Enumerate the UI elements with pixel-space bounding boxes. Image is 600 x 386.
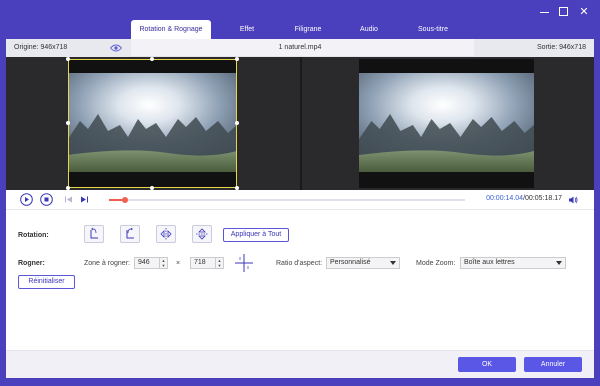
tab-audio[interactable]: Audio	[333, 20, 405, 39]
dialog-footer: OK Annuler	[6, 350, 594, 378]
crop-height-input[interactable]: 718 ▲ ▼	[190, 257, 224, 269]
progress-knob[interactable]	[122, 197, 129, 203]
crop-selection-box[interactable]	[66, 57, 239, 190]
chevron-down-icon	[390, 261, 396, 265]
aspect-ratio-value: Personnalisé	[330, 259, 371, 266]
maximize-icon[interactable]	[559, 7, 568, 16]
zoom-mode-value: Boîte aux lettres	[464, 259, 515, 266]
tab-effect[interactable]: Effet	[211, 20, 283, 39]
center-crop-icon[interactable]	[234, 253, 254, 273]
rotate-right-button[interactable]	[120, 225, 140, 243]
play-icon[interactable]	[20, 193, 33, 206]
rotate-left-button[interactable]	[84, 225, 104, 243]
flip-horizontal-button[interactable]	[156, 225, 176, 243]
aspect-ratio-label: Ratio d'aspect:	[276, 260, 323, 267]
flip-vertical-button[interactable]	[192, 225, 212, 243]
video-preview-area	[6, 57, 594, 190]
crop-handle[interactable]	[66, 57, 70, 61]
tab-subtitle[interactable]: Sous-titre	[405, 20, 461, 39]
aspect-ratio-select[interactable]: Personnalisé	[326, 257, 400, 269]
video-editor-window: ✕ Rotation & Rognage Effet Filigrane Aud…	[0, 0, 600, 386]
progress-slider[interactable]	[109, 197, 465, 203]
minimize-icon[interactable]	[540, 6, 549, 13]
editor-panel: 1 naturel.mp4 Origine: 946x718 Sortie: 9…	[6, 39, 594, 378]
rotation-label: Rotation:	[18, 232, 49, 239]
tab-watermark[interactable]: Filigrane	[283, 20, 333, 39]
crop-handle[interactable]	[235, 121, 239, 125]
crop-handle[interactable]	[150, 57, 154, 61]
tab-rotation-crop[interactable]: Rotation & Rognage	[131, 20, 211, 39]
crop-width-input[interactable]: 946 ▲ ▼	[134, 257, 168, 269]
current-time: 00:00:14.04	[486, 195, 524, 202]
rotate-left-icon	[90, 227, 98, 239]
close-icon[interactable]: ✕	[578, 6, 590, 18]
previous-frame-icon[interactable]	[62, 193, 75, 206]
time-display: 00:00:14.04/00:05:18.17	[486, 195, 562, 202]
flip-horizontal-icon	[160, 228, 172, 240]
flip-vertical-icon	[196, 228, 208, 240]
crop-width-value: 946	[138, 259, 150, 266]
crop-height-value: 718	[194, 259, 206, 266]
next-frame-icon[interactable]	[78, 193, 91, 206]
tab-bar: Rotation & Rognage Effet Filigrane Audio…	[131, 20, 461, 39]
volume-icon[interactable]	[568, 195, 578, 205]
origin-label: Origine: 946x718	[14, 44, 68, 51]
total-time: /00:05:18.17	[523, 195, 562, 202]
window-controls: ✕	[540, 6, 590, 18]
zoom-mode-select[interactable]: Boîte aux lettres	[460, 257, 566, 269]
ok-button[interactable]: OK	[458, 357, 516, 372]
zoom-mode-label: Mode Zoom:	[416, 260, 456, 267]
times-sign: ×	[176, 260, 181, 267]
output-preview	[302, 57, 594, 190]
playback-controls: 00:00:14.04/00:05:18.17	[6, 190, 594, 210]
crop-handle[interactable]	[66, 121, 70, 125]
crop-label: Rogner:	[18, 260, 45, 267]
chevron-down-icon	[556, 261, 562, 265]
output-resolution: Sortie: 946x718	[474, 39, 594, 57]
crop-zone-label: Zone à rogner:	[84, 260, 130, 267]
height-stepper[interactable]: ▲ ▼	[215, 258, 223, 268]
output-video-frame	[359, 59, 534, 188]
landscape-image	[359, 59, 534, 188]
rotate-right-icon	[126, 227, 134, 239]
source-preview	[6, 57, 300, 190]
crop-handle[interactable]	[235, 57, 239, 61]
stop-icon[interactable]	[40, 193, 53, 206]
cancel-button[interactable]: Annuler	[524, 357, 582, 372]
info-bar: 1 naturel.mp4 Origine: 946x718 Sortie: 9…	[6, 39, 594, 57]
eye-icon[interactable]	[110, 44, 122, 52]
width-stepper[interactable]: ▲ ▼	[159, 258, 167, 268]
apply-to-all-button[interactable]: Appliquer à Tout	[223, 228, 289, 242]
reset-button[interactable]: Réinitialiser	[18, 275, 75, 289]
